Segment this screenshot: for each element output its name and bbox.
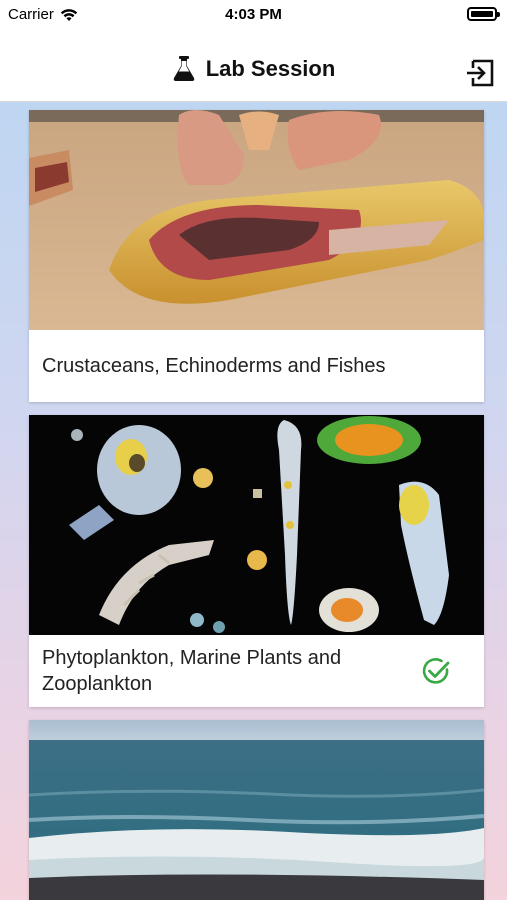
fish-dissection-photo [29, 110, 484, 330]
ocean-shore-photo [29, 720, 484, 900]
session-caption: Crustaceans, Echinoderms and Fishes [29, 330, 484, 402]
logout-icon[interactable] [465, 58, 495, 88]
session-card[interactable]: Crustaceans, Echinoderms and Fishes [29, 110, 484, 402]
status-bar: Carrier 4:03 PM [0, 0, 507, 30]
session-card[interactable]: Phytoplankton, Marine Plants and Zooplan… [29, 415, 484, 707]
completed-check-icon [422, 658, 450, 684]
battery-icon [467, 7, 500, 21]
page-title: Lab Session [205, 56, 336, 81]
navigation-bar: Lab Session [0, 30, 507, 102]
nav-title-group: Lab Session [0, 56, 507, 82]
clock: 4:03 PM [225, 6, 282, 23]
flask-icon [173, 56, 194, 81]
session-title: Crustaceans, Echinoderms and Fishes [42, 355, 386, 377]
plankton-photo [29, 415, 484, 635]
session-card[interactable] [29, 720, 484, 900]
session-title: Phytoplankton, Marine Plants and Zooplan… [42, 647, 342, 695]
session-caption: Phytoplankton, Marine Plants and Zooplan… [29, 635, 484, 707]
